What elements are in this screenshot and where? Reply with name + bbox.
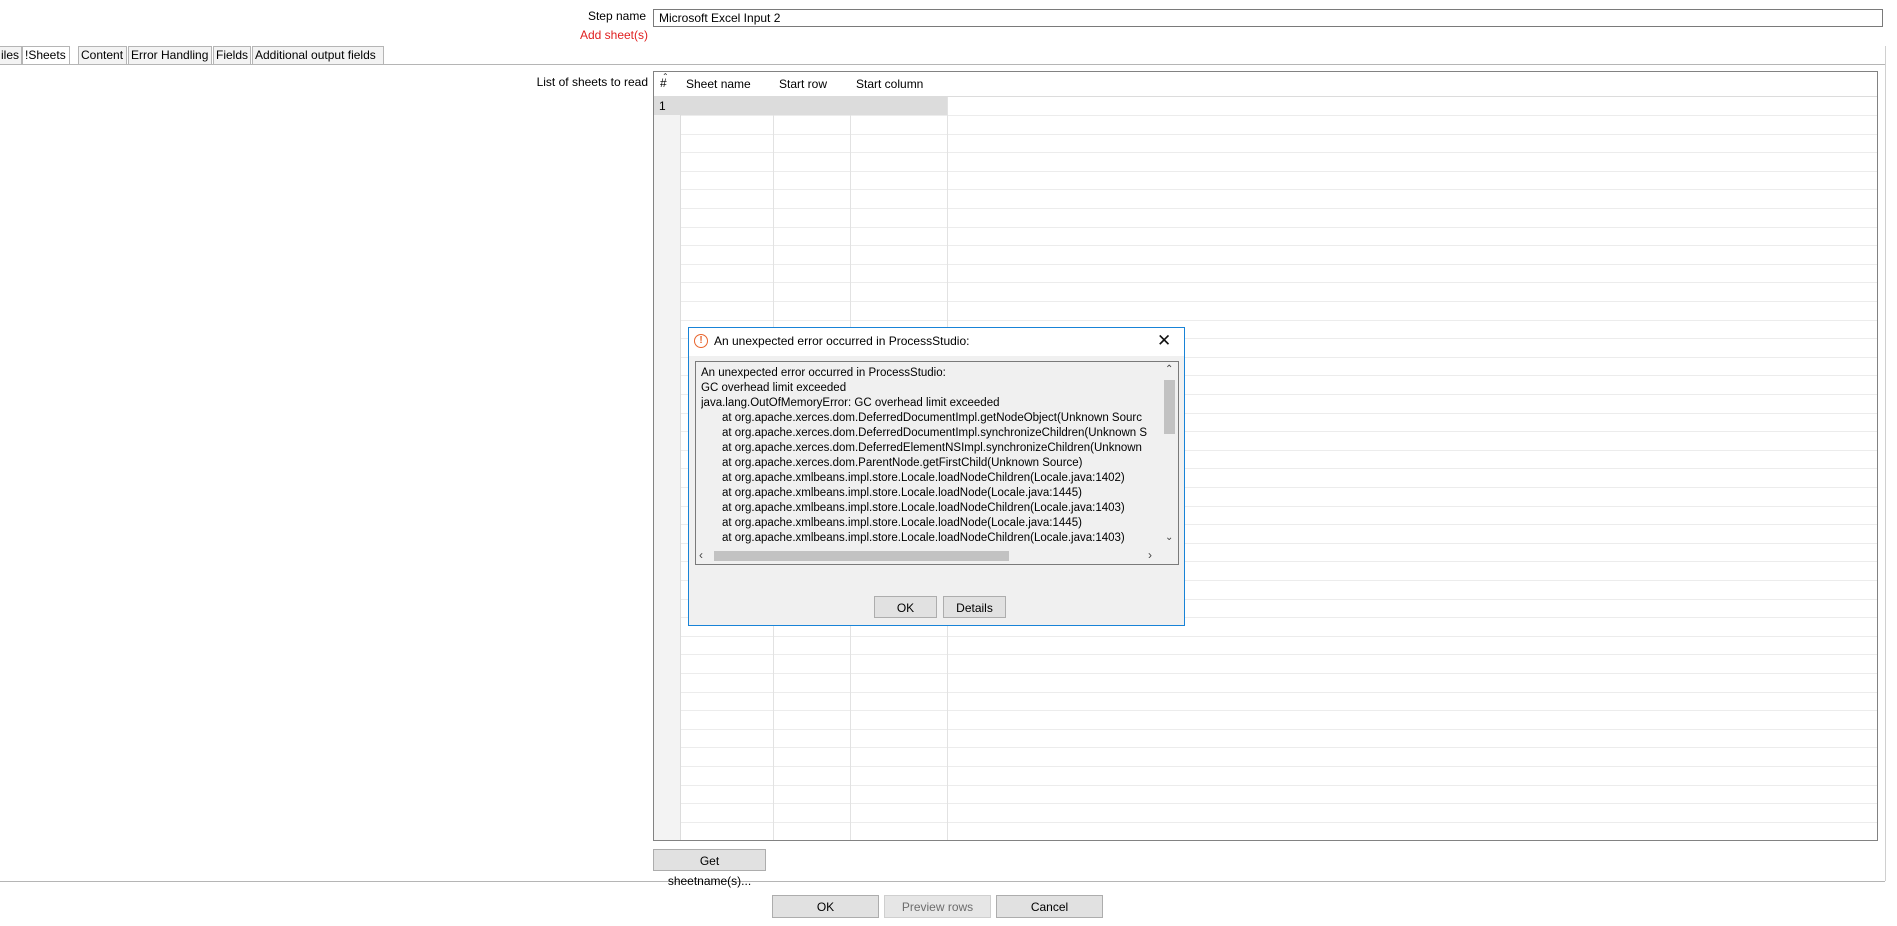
- grid-row-line: [654, 189, 1877, 190]
- scroll-up-icon[interactable]: ⌃: [1165, 364, 1173, 375]
- ok-button[interactable]: OK: [772, 895, 879, 918]
- stack-trace-line: at org.apache.xmlbeans.impl.store.Locale…: [722, 517, 1082, 529]
- sheets-list-label: List of sheets to read: [536, 75, 648, 89]
- tab-additional-output-fields[interactable]: Additional output fields: [252, 46, 384, 64]
- stack-trace-line: at org.apache.xerces.dom.DeferredElement…: [722, 442, 1142, 454]
- grid-row-line: [654, 227, 1877, 228]
- column-header-start-row[interactable]: Start row: [774, 72, 850, 96]
- error-line: java.lang.OutOfMemoryError: GC overhead …: [701, 397, 1000, 409]
- horizontal-scrollbar[interactable]: ‹ ›: [696, 547, 1162, 564]
- tab-sheets[interactable]: !Sheets: [22, 46, 70, 65]
- stack-trace-line: at org.apache.xmlbeans.impl.store.Locale…: [722, 532, 1125, 544]
- row-number-column: [654, 96, 681, 840]
- error-details-text[interactable]: An unexpected error occurred in ProcessS…: [695, 361, 1179, 565]
- column-header-start-column[interactable]: Start column: [851, 72, 947, 96]
- grid-row-line: [654, 208, 1877, 209]
- grid-row-line: [654, 654, 1877, 655]
- tab-files[interactable]: iles: [0, 46, 22, 64]
- dialog-title: An unexpected error occurred in ProcessS…: [714, 334, 970, 348]
- dialog-ok-button[interactable]: OK: [874, 596, 937, 618]
- scroll-left-icon[interactable]: ‹: [699, 548, 703, 562]
- grid-row-line: [654, 152, 1877, 153]
- stack-trace-line: at org.apache.xmlbeans.impl.store.Locale…: [722, 487, 1082, 499]
- dialog-title-bar: ! An unexpected error occurred in Proces…: [689, 328, 1184, 356]
- cancel-button[interactable]: Cancel: [996, 895, 1103, 918]
- warning-circle-icon: !: [694, 334, 708, 348]
- table-header: ⌃ # Sheet name Start row Start column: [654, 72, 1877, 97]
- grid-row-line: [654, 115, 1877, 116]
- step-name-label: Step name: [587, 9, 646, 23]
- tab-content[interactable]: Content: [78, 46, 127, 64]
- tab-error-handling[interactable]: Error Handling: [128, 46, 212, 64]
- tab-fields[interactable]: Fields: [213, 46, 251, 64]
- tab-frame-edge: [1885, 46, 1886, 881]
- tab-frame-bottom: [0, 881, 1885, 882]
- error-text-lines: An unexpected error occurred in ProcessS…: [701, 366, 1156, 546]
- table-row[interactable]: [654, 97, 947, 115]
- grid-row-line: [654, 822, 1877, 823]
- stack-trace-line: at org.apache.xerces.dom.DeferredDocumen…: [722, 412, 1142, 424]
- grid-row-line: [654, 245, 1877, 246]
- tab-frame: [0, 64, 1885, 65]
- grid-row-line: [654, 636, 1877, 637]
- error-line: GC overhead limit exceeded: [701, 382, 847, 394]
- stack-trace-line: at org.apache.xerces.dom.ParentNode.getF…: [722, 457, 1083, 469]
- horizontal-scroll-thumb[interactable]: [714, 551, 1009, 561]
- grid-row-line: [654, 282, 1877, 283]
- grid-row-line: [654, 840, 1877, 841]
- step-name-input[interactable]: [653, 9, 1883, 27]
- vertical-scrollbar[interactable]: ⌃ ⌄: [1161, 362, 1178, 547]
- close-icon[interactable]: ✕: [1157, 331, 1171, 351]
- row-number: 1: [659, 99, 666, 113]
- grid-row-line: [654, 264, 1877, 265]
- grid-row-line: [654, 301, 1877, 302]
- dialog-details-button[interactable]: Details: [943, 596, 1006, 618]
- grid-row-line: [654, 673, 1877, 674]
- column-header-number[interactable]: #: [660, 76, 667, 90]
- error-line: An unexpected error occurred in ProcessS…: [701, 367, 946, 379]
- grid-row-line: [654, 729, 1877, 730]
- grid-row-line: [654, 692, 1877, 693]
- grid-row-line: [654, 766, 1877, 767]
- scroll-right-icon[interactable]: ›: [1148, 548, 1152, 562]
- add-sheets-label: Add sheet(s): [579, 28, 648, 42]
- error-dialog: ! An unexpected error occurred in Proces…: [688, 327, 1185, 626]
- stack-trace-line: at org.apache.xmlbeans.impl.store.Locale…: [722, 502, 1125, 514]
- get-sheetnames-button[interactable]: Get sheetname(s)...: [653, 849, 766, 888]
- scroll-down-icon[interactable]: ⌄: [1165, 532, 1173, 543]
- stack-trace-line: at org.apache.xmlbeans.impl.store.Locale…: [722, 472, 1125, 484]
- grid-row-line: [654, 710, 1877, 711]
- column-header-sheet-name[interactable]: Sheet name: [681, 72, 773, 96]
- vertical-scroll-thumb[interactable]: [1164, 380, 1175, 434]
- grid-row-line: [654, 785, 1877, 786]
- grid-row-line: [654, 171, 1877, 172]
- grid-row-line: [654, 134, 1877, 135]
- grid-row-line: [654, 747, 1877, 748]
- preview-rows-button[interactable]: Preview rows: [884, 895, 991, 918]
- stack-trace-line: at org.apache.xerces.dom.DeferredDocumen…: [722, 427, 1148, 439]
- grid-row-line: [654, 803, 1877, 804]
- grid-row-line: [654, 320, 1877, 321]
